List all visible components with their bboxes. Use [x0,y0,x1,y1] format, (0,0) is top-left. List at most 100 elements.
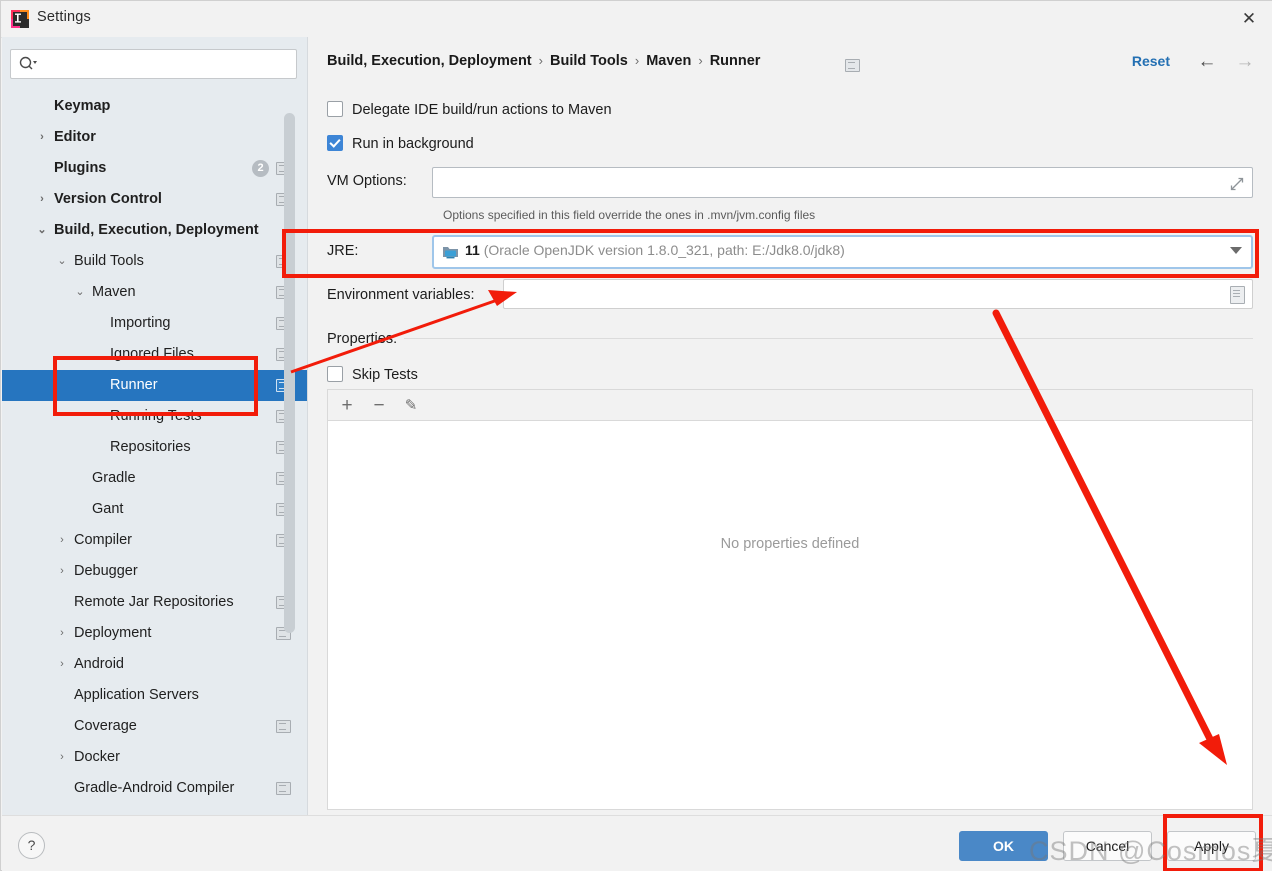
settings-tree: Keymap › Editor Plugins 2 › Version Control ⌄ Bu… [2,91,307,804]
chevron-right-icon[interactable]: › [56,649,68,680]
chevron-right-icon[interactable]: › [36,122,48,153]
delegate-checkbox[interactable] [327,101,343,117]
run-in-background-checkbox-row[interactable]: Run in background [327,135,474,152]
run-in-background-checkbox[interactable] [327,135,343,151]
sidebar-item-ignored-files[interactable]: Ignored Files [2,339,307,370]
properties-toolbar: + − ✎ [327,389,1253,420]
chevron-right-icon[interactable]: › [36,184,48,215]
breadcrumb-separator: › [634,53,640,68]
search-input[interactable] [41,50,293,78]
breadcrumb-separator: › [698,53,703,68]
delegate-checkbox-row[interactable]: Delegate IDE build/run actions to Maven [327,101,612,118]
vm-options-hint: Options specified in this field override… [443,208,816,222]
chevron-down-icon[interactable]: ⌄ [74,277,86,308]
reset-link[interactable]: Reset [1132,53,1170,69]
jre-details: (Oracle OpenJDK version 1.8.0_321, path:… [483,242,845,258]
sidebar-item-gradle-android-compiler[interactable]: Gradle-Android Compiler [2,773,307,804]
sidebar-item-build-tools[interactable]: ⌄ Build Tools [2,246,307,277]
run-in-background-checkbox-label: Run in background [352,136,474,152]
chevron-right-icon[interactable]: › [56,525,68,556]
sidebar-item-keymap[interactable]: Keymap [2,91,307,122]
skip-tests-checkbox-row[interactable]: Skip Tests [327,366,418,383]
jre-combobox[interactable]: 11 (Oracle OpenJDK version 1.8.0_321, pa… [432,235,1253,269]
document-list-icon[interactable] [1230,286,1245,304]
sidebar-item-application-servers[interactable]: Application Servers [2,680,307,711]
search-box[interactable] [10,49,297,79]
window-title: Settings [37,9,91,25]
breadcrumb: Build, Execution, Deployment › Build Tools… [327,53,760,69]
chevron-down-icon[interactable] [1230,247,1242,254]
chevron-down-icon[interactable]: ⌄ [36,215,48,246]
sidebar-item-label: Android [74,656,124,672]
sidebar-item-build-execution-deployment[interactable]: ⌄ Build, Execution, Deployment [2,215,307,246]
settings-content: Build, Execution, Deployment › Build Tools… [308,37,1272,815]
sidebar-item-label: Runner [110,377,158,393]
sidebar-item-coverage[interactable]: Coverage [2,711,307,742]
sidebar-item-maven[interactable]: ⌄ Maven [2,277,307,308]
sidebar-scrollbar-track[interactable] [284,95,301,795]
sidebar-scrollbar-thumb[interactable] [284,113,295,633]
jre-value: 11 (Oracle OpenJDK version 1.8.0_321, pa… [465,242,845,258]
skip-tests-checkbox[interactable] [327,366,343,382]
sidebar-item-deployment[interactable]: › Deployment [2,618,307,649]
search-icon [18,55,38,73]
environment-variables-label: Environment variables: [327,287,475,303]
sidebar-item-label: Plugins [54,160,107,176]
sidebar-item-label: Importing [110,315,171,331]
vm-options-field[interactable] [432,167,1253,198]
sidebar-item-label: Keymap [54,98,111,114]
sidebar-item-importing[interactable]: Importing [2,308,307,339]
sidebar-item-gradle[interactable]: Gradle [2,463,307,494]
properties-empty-text: No properties defined [720,536,860,552]
sidebar-item-label: Version Control [54,191,162,207]
sidebar-item-docker[interactable]: › Docker [2,742,307,773]
sidebar-item-label: Gant [92,501,124,517]
sidebar-item-label: Gradle-Android Compiler [74,780,235,796]
sidebar-item-editor[interactable]: › Editor [2,122,307,153]
sidebar-item-label: Build Tools [74,253,144,269]
sidebar-item-gant[interactable]: Gant [2,494,307,525]
sidebar-item-runner[interactable]: Runner [2,370,307,401]
sidebar-item-remote-jar-repositories[interactable]: Remote Jar Repositories [2,587,307,618]
sidebar-item-debugger[interactable]: › Debugger [2,556,307,587]
sidebar-item-version-control[interactable]: › Version Control [2,184,307,215]
sidebar-item-badge: 2 [252,160,269,177]
expand-diagonal-icon[interactable] [1230,177,1244,191]
edit-property-button[interactable]: ✎ [399,395,423,417]
breadcrumb-item[interactable]: Maven [646,53,691,69]
close-icon[interactable]: ✕ [1225,1,1272,35]
sidebar-item-plugins[interactable]: Plugins 2 [2,153,307,184]
chevron-right-icon[interactable]: › [56,556,68,587]
sidebar-item-android[interactable]: › Android [2,649,307,680]
intellij-idea-icon [11,10,29,28]
chevron-right-icon[interactable]: › [56,742,68,773]
properties-table[interactable]: No properties defined [327,420,1253,810]
sidebar-item-label: Build, Execution, Deployment [54,222,259,238]
breadcrumb-item[interactable]: Build Tools [550,53,628,69]
add-property-button[interactable]: + [335,395,359,417]
sidebar-item-compiler[interactable]: › Compiler [2,525,307,556]
sidebar-item-running-tests[interactable]: Running Tests [2,401,307,432]
chevron-right-icon[interactable]: › [56,618,68,649]
breadcrumb-item[interactable]: Build, Execution, Deployment [327,53,532,69]
title-bar: Settings ✕ [1,1,1272,38]
sidebar-item-label: Docker [74,749,120,765]
csdn-watermark: CSDN @Cosmos夏调 [1029,836,1272,866]
sidebar-item-label: Application Servers [74,687,199,703]
sidebar-item-repositories[interactable]: Repositories [2,432,307,463]
sidebar-item-label: Ignored Files [110,346,194,362]
arrow-right-icon[interactable]: → [1232,51,1258,73]
delegate-checkbox-label: Delegate IDE build/run actions to Maven [352,102,612,118]
sidebar-item-label: Editor [54,129,96,145]
help-icon[interactable]: ? [18,832,45,859]
breadcrumb-item[interactable]: Runner [710,53,761,69]
sidebar-item-label: Debugger [74,563,138,579]
chevron-down-icon[interactable]: ⌄ [56,246,68,277]
jdk-folder-icon [442,244,459,259]
properties-label: Properties: [327,331,398,347]
skip-tests-checkbox-label: Skip Tests [352,367,418,383]
environment-variables-field[interactable] [503,279,1253,309]
remove-property-button[interactable]: − [367,395,391,417]
arrow-left-icon[interactable]: ← [1194,51,1220,73]
breadcrumb-separator: › [538,53,543,68]
